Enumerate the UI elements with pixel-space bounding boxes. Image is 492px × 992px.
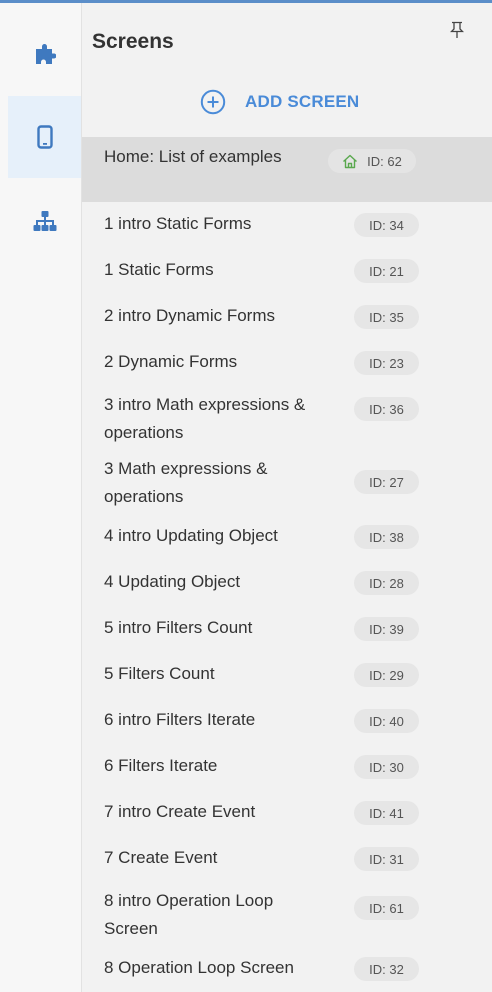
home-icon (343, 154, 358, 168)
screen-row[interactable]: 2 Dynamic Forms ID: 23 (82, 340, 492, 386)
screen-name: 5 intro Filters Count (104, 618, 253, 637)
puzzle-icon (35, 44, 56, 64)
screen-name: 1 Static Forms (104, 260, 214, 279)
screen-id-text: ID: 34 (369, 217, 404, 233)
screen-row[interactable]: 8 intro Operation Loop Screen ID: 61 (82, 882, 492, 946)
add-screen-button[interactable]: ADD SCREEN (200, 87, 359, 117)
screen-id-badge: ID: 34 (354, 213, 419, 237)
screen-id-badge: ID: 28 (354, 571, 419, 595)
screen-id-text: ID: 62 (367, 153, 402, 169)
screen-id-text: ID: 29 (369, 667, 404, 683)
screen-id-badge: ID: 31 (354, 847, 419, 871)
screen-row[interactable]: 7 intro Create Event ID: 41 (82, 790, 492, 836)
screen-name: 7 intro Create Event (104, 802, 256, 821)
sitemap-icon (33, 211, 56, 231)
screen-row[interactable]: 2 intro Dynamic Forms ID: 35 (82, 294, 492, 340)
screen-name: 1 intro Static Forms (104, 214, 252, 233)
screen-name: 7 Create Event (104, 848, 218, 867)
screen-id-text: ID: 23 (369, 355, 404, 371)
side-rail (0, 3, 82, 992)
screen-id-badge: ID: 61 (354, 896, 419, 920)
screen-name: 4 intro Updating Object (104, 526, 278, 545)
screen-id-text: ID: 36 (369, 401, 404, 417)
screen-name: 3 intro Math expressions & operations (104, 395, 306, 442)
screen-row[interactable]: 1 Static Forms ID: 21 (82, 248, 492, 294)
screen-name: 2 Dynamic Forms (104, 352, 238, 371)
screen-row[interactable]: 8 Operation Loop Screen ID: 32 (82, 946, 492, 992)
screen-id-badge: ID: 32 (354, 957, 419, 981)
screen-id-text: ID: 40 (369, 713, 404, 729)
pin-icon (449, 21, 465, 38)
screen-id-badge: ID: 62 (328, 149, 416, 173)
screen-name: 6 Filters Iterate (104, 756, 218, 775)
screen-id-text: ID: 38 (369, 529, 404, 545)
screen-row[interactable]: 4 intro Updating Object ID: 38 (82, 514, 492, 560)
screen-id-badge: ID: 27 (354, 470, 419, 494)
screen-row[interactable]: 5 intro Filters Count ID: 39 (82, 606, 492, 652)
screen-id-text: ID: 61 (369, 900, 404, 916)
screen-row[interactable]: 3 Math expressions & operations ID: 27 (82, 450, 492, 514)
screen-id-badge: ID: 21 (354, 259, 419, 283)
screen-id-text: ID: 35 (369, 309, 404, 325)
panel-title: Screens (92, 30, 174, 53)
plus-circle-icon (200, 89, 226, 115)
screen-name: 8 intro Operation Loop Screen (104, 891, 274, 938)
screen-id-text: ID: 41 (369, 805, 404, 821)
screen-row[interactable]: 4 Updating Object ID: 28 (82, 560, 492, 606)
screen-id-text: ID: 39 (369, 621, 404, 637)
screen-id-text: ID: 32 (369, 961, 404, 977)
screen-name: 2 intro Dynamic Forms (104, 306, 275, 325)
screens-panel: Screens ADD SCREEN Home: List of example… (82, 3, 492, 992)
screen-id-badge: ID: 36 (354, 397, 419, 421)
screen-id-text: ID: 28 (369, 575, 404, 591)
screen-id-badge: ID: 35 (354, 305, 419, 329)
screen-id-badge: ID: 38 (354, 525, 419, 549)
screen-row[interactable]: 7 Create Event ID: 31 (82, 836, 492, 882)
screen-id-badge: ID: 41 (354, 801, 419, 825)
screen-id-badge: ID: 23 (354, 351, 419, 375)
screen-id-text: ID: 31 (369, 851, 404, 867)
screen-name: 4 Updating Object (104, 572, 241, 591)
rail-button-screens[interactable] (8, 96, 81, 178)
screen-row[interactable]: 5 Filters Count ID: 29 (82, 652, 492, 698)
screen-id-text: ID: 21 (369, 263, 404, 279)
rail-button-sitemap[interactable] (8, 180, 81, 262)
screen-id-text: ID: 30 (369, 759, 404, 775)
screen-id-badge: ID: 30 (354, 755, 419, 779)
screen-name: 6 intro Filters Iterate (104, 710, 256, 729)
screen-name: Home: List of examples (104, 147, 282, 166)
add-screen-label: ADD SCREEN (245, 92, 360, 111)
screen-row[interactable]: 1 intro Static Forms ID: 34 (82, 202, 492, 248)
screen-name: 5 Filters Count (104, 664, 215, 683)
mobile-device-icon (36, 125, 53, 149)
screen-id-badge: ID: 29 (354, 663, 419, 687)
screen-id-badge: ID: 40 (354, 709, 419, 733)
pin-panel-button[interactable] (449, 21, 465, 39)
rail-button-components[interactable] (8, 13, 81, 95)
screen-row[interactable]: 6 intro Filters Iterate ID: 40 (82, 698, 492, 744)
screen-name: 3 Math expressions & operations (104, 459, 268, 506)
screen-id-badge: ID: 39 (354, 617, 419, 641)
screen-id-text: ID: 27 (369, 474, 404, 490)
screen-row[interactable]: 3 intro Math expressions & operations ID:… (82, 386, 492, 450)
screen-row-home[interactable]: Home: List of examples ID: 62 (82, 137, 492, 202)
screen-name: 8 Operation Loop Screen (104, 958, 294, 977)
screen-row[interactable]: 6 Filters Iterate ID: 30 (82, 744, 492, 790)
